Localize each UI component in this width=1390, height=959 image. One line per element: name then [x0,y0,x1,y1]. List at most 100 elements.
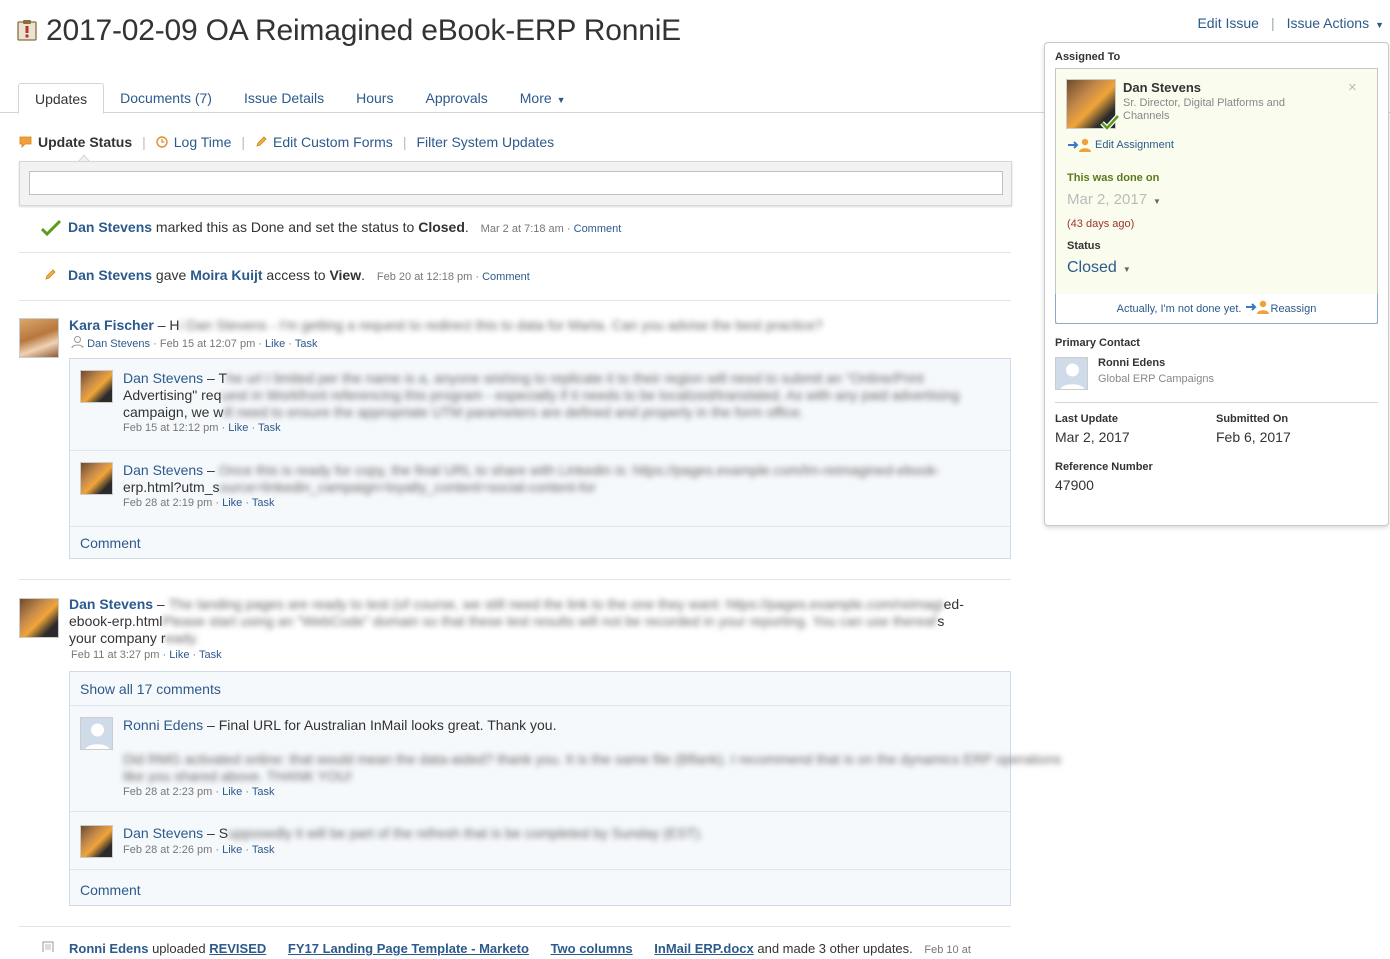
dot-separator: · [162,649,167,661]
filter-system-updates-button[interactable]: Filter System Updates [416,134,554,150]
like-link[interactable]: Like [222,844,242,856]
like-link[interactable]: Like [169,649,189,661]
bottom-update-row: Ronni Edens uploaded REVISED FY17 Landin… [69,940,971,959]
dash: – [203,825,219,841]
task-link[interactable]: Task [258,422,281,434]
access-level: View [329,267,362,283]
actor-link[interactable]: Ronni Edens [69,941,148,956]
dash: – [153,596,169,612]
reply-thread: Show all 17 comments Ronni Edens – Final… [69,671,1061,906]
reply-meta: Feb 15 at 12:12 pm · Like · Task [123,422,281,434]
log-time-button[interactable]: Log Time [156,134,232,150]
done-date-dropdown[interactable]: Mar 2, 2017 ▼ [1067,191,1161,208]
show-all-comments-link[interactable]: Show all 17 comments [80,681,221,697]
document-link[interactable]: FY17 Landing Page Template - Marketo [288,941,529,956]
done-label: This was done on [1067,172,1160,184]
tab-more[interactable]: More ▼ [504,83,582,114]
reassign-user-icon [1245,300,1269,314]
post-author-link[interactable]: Dan Stevens [69,596,153,612]
like-link[interactable]: Like [265,338,285,350]
assignee-name: Dan Stevens [1123,80,1202,95]
avatar [80,825,113,858]
last-update-value: Mar 2, 2017 [1055,429,1130,445]
reply-meta: Feb 28 at 2:19 pm · Like · Task [123,497,274,509]
task-link[interactable]: Task [252,786,275,798]
like-link[interactable]: Like [222,497,242,509]
update-text: access to [262,267,330,283]
reply-text-blurred: Did RMG activated online: that would mea… [123,751,1062,767]
reply-text-visible: erp.html?utm_s [123,479,220,495]
task-link[interactable]: Task [295,338,318,350]
header-separator: | [1270,15,1275,31]
log-time-label: Log Time [173,134,232,150]
post-text-visible: H [169,317,180,333]
document-link[interactable]: InMail ERP.docx [654,941,753,956]
last-update-label: Last Update [1055,413,1118,425]
document-icon [42,941,54,952]
reply-author-link[interactable]: Ronni Edens [123,717,203,733]
update-status-button[interactable]: Update Status [19,134,132,150]
tab-updates[interactable]: Updates [18,83,105,114]
comment-link[interactable]: Comment [482,271,530,283]
show-all-row: Show all 17 comments [70,672,1010,706]
update-box [19,161,1012,206]
post-text: Kara Fischer – Hi Dan Stevens - I'm gett… [69,317,823,334]
pencil-icon [256,136,267,147]
dash: – [153,317,170,333]
issue-actions-menu[interactable]: Issue Actions ▼ [1287,15,1384,31]
document-link[interactable]: Two columns [551,941,633,956]
comment-link[interactable]: Comment [80,882,141,898]
post-text-blurred: eady. [165,630,199,646]
not-done-link[interactable]: Actually, I'm not done yet. [1117,303,1242,315]
post-text-visible: ed- [943,596,964,612]
edit-custom-forms-button[interactable]: Edit Custom Forms [255,134,393,150]
recipient-link[interactable]: Dan Stevens [87,338,150,350]
tab-approvals[interactable]: Approvals [409,83,503,114]
close-icon[interactable]: × [1348,79,1357,96]
update-text: . [464,219,469,235]
like-link[interactable]: Like [228,422,248,434]
post-text-visible: ebook-erp.html [69,613,163,629]
actor-link[interactable]: Dan Stevens [68,219,152,235]
divider [19,926,1011,927]
dot-separator: · [153,338,157,350]
reply-text-blurred: ource=linkedin_campaign=loyalty_content=… [219,479,596,495]
reply-author-link[interactable]: Dan Stevens [123,370,203,386]
clock-icon [156,136,168,148]
submitted-on-value: Feb 6, 2017 [1216,429,1291,445]
target-user-link[interactable]: Moira Kuijt [190,267,262,283]
document-link[interactable]: REVISED [209,941,266,956]
status-dropdown[interactable]: Closed ▼ [1067,259,1131,277]
task-link[interactable]: Task [252,844,275,856]
task-link[interactable]: Task [252,497,275,509]
edit-assignment-link[interactable]: Edit Assignment [1067,138,1174,152]
avatar [80,717,113,750]
tab-hours[interactable]: Hours [340,83,409,114]
reply-text-blurred: ill need to ensure the appropriate UTM p… [223,404,804,420]
update-input[interactable] [29,171,1003,195]
reply-text-blurred: Once this is ready for copy, the final U… [218,462,941,478]
task-link[interactable]: Task [199,649,222,661]
comment-link[interactable]: Comment [80,535,141,551]
update-text: gave [152,267,191,283]
reply-item: Dan Stevens – Supposedly it will be part… [70,812,1010,870]
tab-documents[interactable]: Documents (7) [104,83,228,114]
post-author-link[interactable]: Kara Fischer [69,317,154,333]
chevron-down-icon: ▼ [1122,265,1131,274]
pencil-icon [45,269,56,280]
side-panel: Assigned To Dan Stevens Sr. Director, Di… [1044,42,1389,526]
reply-author-link[interactable]: Dan Stevens [123,462,203,478]
avatar [80,370,113,403]
post-text: Dan Stevens – The landing pages are read… [69,596,969,647]
reply-author-link[interactable]: Dan Stevens [123,825,203,841]
reply-text: Dan Stevens – Once this is ready for cop… [123,462,1003,496]
reply-text-visible: campaign, we w [123,404,224,420]
reply-text: Dan Stevens – Supposedly it will be part… [123,825,1003,842]
reassign-link[interactable]: Reassign [1271,303,1317,315]
timestamp: Feb 28 at 2:26 pm [123,844,213,856]
comment-link[interactable]: Comment [574,223,622,235]
like-link[interactable]: Like [222,786,242,798]
tab-issue-details[interactable]: Issue Details [228,83,340,114]
edit-issue-link[interactable]: Edit Issue [1197,15,1258,31]
actor-link[interactable]: Dan Stevens [68,267,152,283]
